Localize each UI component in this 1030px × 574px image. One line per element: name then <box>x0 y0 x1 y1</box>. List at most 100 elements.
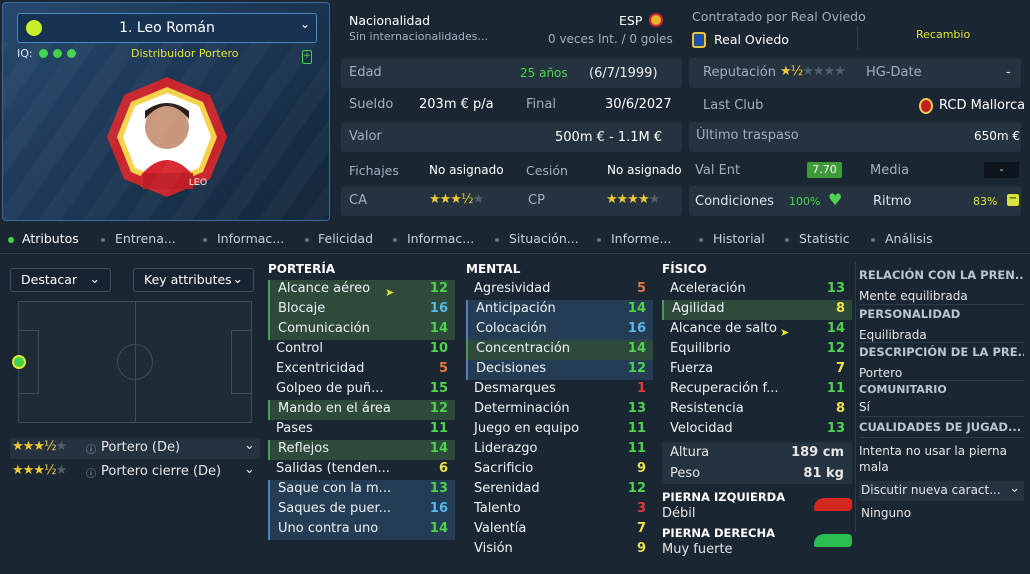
attribute-value: 3 <box>636 501 646 516</box>
tab-statistic[interactable]: Statistic <box>799 231 850 246</box>
attribute-row[interactable]: Agresividad 5 <box>466 280 653 300</box>
nationality-label: Nacionalidad <box>349 13 431 28</box>
attribute-name: Pases <box>276 421 313 436</box>
last-club-value[interactable]: RCD Mallorca <box>939 98 1025 113</box>
highlight-dropdown[interactable]: Destacar ⌄ <box>10 268 111 292</box>
wage-value: 203m € p/a <box>419 97 494 112</box>
attribute-row[interactable]: Golpeo de puñ... 15 <box>268 380 455 400</box>
attribute-value: 12 <box>429 401 448 416</box>
attribute-row[interactable]: Fuerza 7 <box>662 360 852 380</box>
attribute-value: 14 <box>826 321 845 336</box>
attribute-row[interactable]: Visión 9 <box>466 540 653 560</box>
attribute-row[interactable]: Sacrificio 9 <box>466 460 653 480</box>
chevron-down-icon[interactable]: ⌄ <box>300 17 310 31</box>
rhythm-label: Ritmo <box>873 194 912 209</box>
tab-atributos[interactable]: Atributos <box>22 231 79 246</box>
attribute-row[interactable]: Blocaje 16 <box>268 300 455 320</box>
position-row-goalkeeper[interactable]: ★★★½★ ⓘ Portero (De) ⌄ <box>10 438 260 459</box>
attribute-row[interactable]: Anticipación 14 <box>466 300 653 320</box>
position-row-sweeper[interactable]: ★★★½★ ⓘ Portero cierre (De) ⌄ <box>10 462 260 483</box>
attribute-row[interactable]: Saque con la m... 13 <box>268 480 455 500</box>
media-label: Media <box>870 163 910 178</box>
left-foot-value: Débil <box>662 506 696 521</box>
discuss-trait-dropdown[interactable]: Discutir nueva caract... ⌄ <box>859 481 1024 501</box>
attribute-row[interactable]: Aceleración 13 <box>662 280 852 300</box>
attribute-row[interactable]: Resistencia 8 <box>662 400 852 420</box>
attribute-row[interactable]: Excentricidad 5 <box>268 360 455 380</box>
attribute-row[interactable]: Saques de puer... 16 <box>268 500 455 520</box>
attribute-name: Golpeo de puñ... <box>276 381 384 396</box>
attribute-value: 9 <box>636 461 646 476</box>
player-name-selector[interactable]: 1. Leo Román ⌄ <box>17 13 317 43</box>
attribute-row[interactable]: Alcance de salto 14 <box>662 320 852 340</box>
attribute-row[interactable]: Agilidad 8 <box>662 300 852 320</box>
attribute-name: Resistencia <box>670 401 744 416</box>
attribute-row[interactable]: Comunicación 14 <box>268 320 455 340</box>
attribute-value: 13 <box>429 481 448 496</box>
attribute-value: 13 <box>627 401 646 416</box>
player-card: 1. Leo Román ⌄ IQ: Distribuidor Portero … <box>2 2 330 221</box>
media-relation-section: RELACIÓN CON LA PREN... Mente equilibrad… <box>859 268 1024 303</box>
attribute-name: Agilidad <box>672 301 725 316</box>
info-icon[interactable]: ⓘ <box>86 441 96 456</box>
info-icon[interactable]: ⓘ <box>86 465 96 480</box>
caps-value: 0 veces Int. / 0 goles <box>548 32 673 46</box>
attribute-row[interactable]: Alcance aéreo 12 <box>268 280 455 300</box>
attribute-row[interactable]: Uno contra uno 14 <box>268 520 455 540</box>
attribute-row[interactable]: Valentía 7 <box>466 520 653 540</box>
chevron-down-icon[interactable]: ⌄ <box>244 438 255 453</box>
value-row: Valor 500m € - 1.1M € <box>341 122 682 152</box>
attribute-row[interactable]: Determinación 13 <box>466 400 653 420</box>
last-transfer-label: Último traspaso <box>696 128 799 143</box>
attribute-row[interactable]: Concentración 14 <box>466 340 653 360</box>
weight-label: Peso <box>670 466 701 481</box>
battery-icon: + <box>302 50 312 64</box>
tab-dot-icon <box>203 238 207 242</box>
tab-historial[interactable]: Historial <box>713 231 765 246</box>
media-relation-value: Mente equilibrada <box>859 289 968 303</box>
attribute-row[interactable]: Liderazgo 11 <box>466 440 653 460</box>
attribute-row[interactable]: Mando en el área 12 <box>268 400 455 420</box>
attribute-name: Valentía <box>474 521 527 536</box>
attribute-row[interactable]: Reflejos 14 <box>268 440 455 460</box>
attribute-row[interactable]: Velocidad 13 <box>662 420 852 440</box>
attribute-name: Agresividad <box>474 281 551 296</box>
attribute-value: 12 <box>429 281 448 296</box>
tab-analisis[interactable]: Análisis <box>885 231 933 246</box>
attribute-value: 12 <box>627 361 646 376</box>
tab-felicidad[interactable]: Felicidad <box>318 231 373 246</box>
attribute-row[interactable]: Juego en equipo 11 <box>466 420 653 440</box>
active-tab-icon <box>8 237 14 243</box>
tab-informe[interactable]: Informe... <box>611 231 671 246</box>
attribute-name: Uno contra uno <box>278 521 379 536</box>
tab-informacion[interactable]: Informac... <box>217 231 284 246</box>
attribute-row[interactable]: Pases 11 <box>268 420 455 440</box>
attribute-row[interactable]: Salidas (tenden... 6 <box>268 460 455 480</box>
value-amount: 500m € - 1.1M € <box>555 130 663 145</box>
club-name[interactable]: Real Oviedo <box>714 32 789 47</box>
chevron-down-icon: ⌄ <box>89 271 100 286</box>
pitch-diagram <box>12 301 252 423</box>
tab-informacion-2[interactable]: Informac... <box>407 231 474 246</box>
attribute-row[interactable]: Colocación 16 <box>466 320 653 340</box>
attribute-row[interactable]: Decisiones 12 <box>466 360 653 380</box>
personality-section: PERSONALIDAD Equilibrada <box>859 307 1024 342</box>
attribute-value: 10 <box>429 341 448 356</box>
community-section: COMUNITARIO Sí <box>859 383 1024 414</box>
chevron-down-icon[interactable]: ⌄ <box>244 462 255 477</box>
attribute-row[interactable]: Serenidad 12 <box>466 480 653 500</box>
attribute-row[interactable]: Recuperación f... 11 <box>662 380 852 400</box>
key-attributes-dropdown[interactable]: Key attributes ⌄ <box>133 268 254 292</box>
attribute-row[interactable]: Equilibrio 12 <box>662 340 852 360</box>
attribute-value: 14 <box>429 321 448 336</box>
tab-dot-icon <box>699 238 703 242</box>
tab-entrenamiento[interactable]: Entrena... <box>115 231 176 246</box>
attribute-row[interactable]: Talento 3 <box>466 500 653 520</box>
tab-situacion[interactable]: Situación... <box>509 231 579 246</box>
attribute-row[interactable]: Control 10 <box>268 340 455 360</box>
attribute-row[interactable]: Desmarques 1 <box>466 380 653 400</box>
description-section: DESCRIPCIÓN DE LA PRE... Portero <box>859 345 1024 380</box>
height-value: 189 cm <box>791 445 844 460</box>
tab-dot-icon <box>393 238 397 242</box>
attribute-value: 16 <box>627 321 646 336</box>
